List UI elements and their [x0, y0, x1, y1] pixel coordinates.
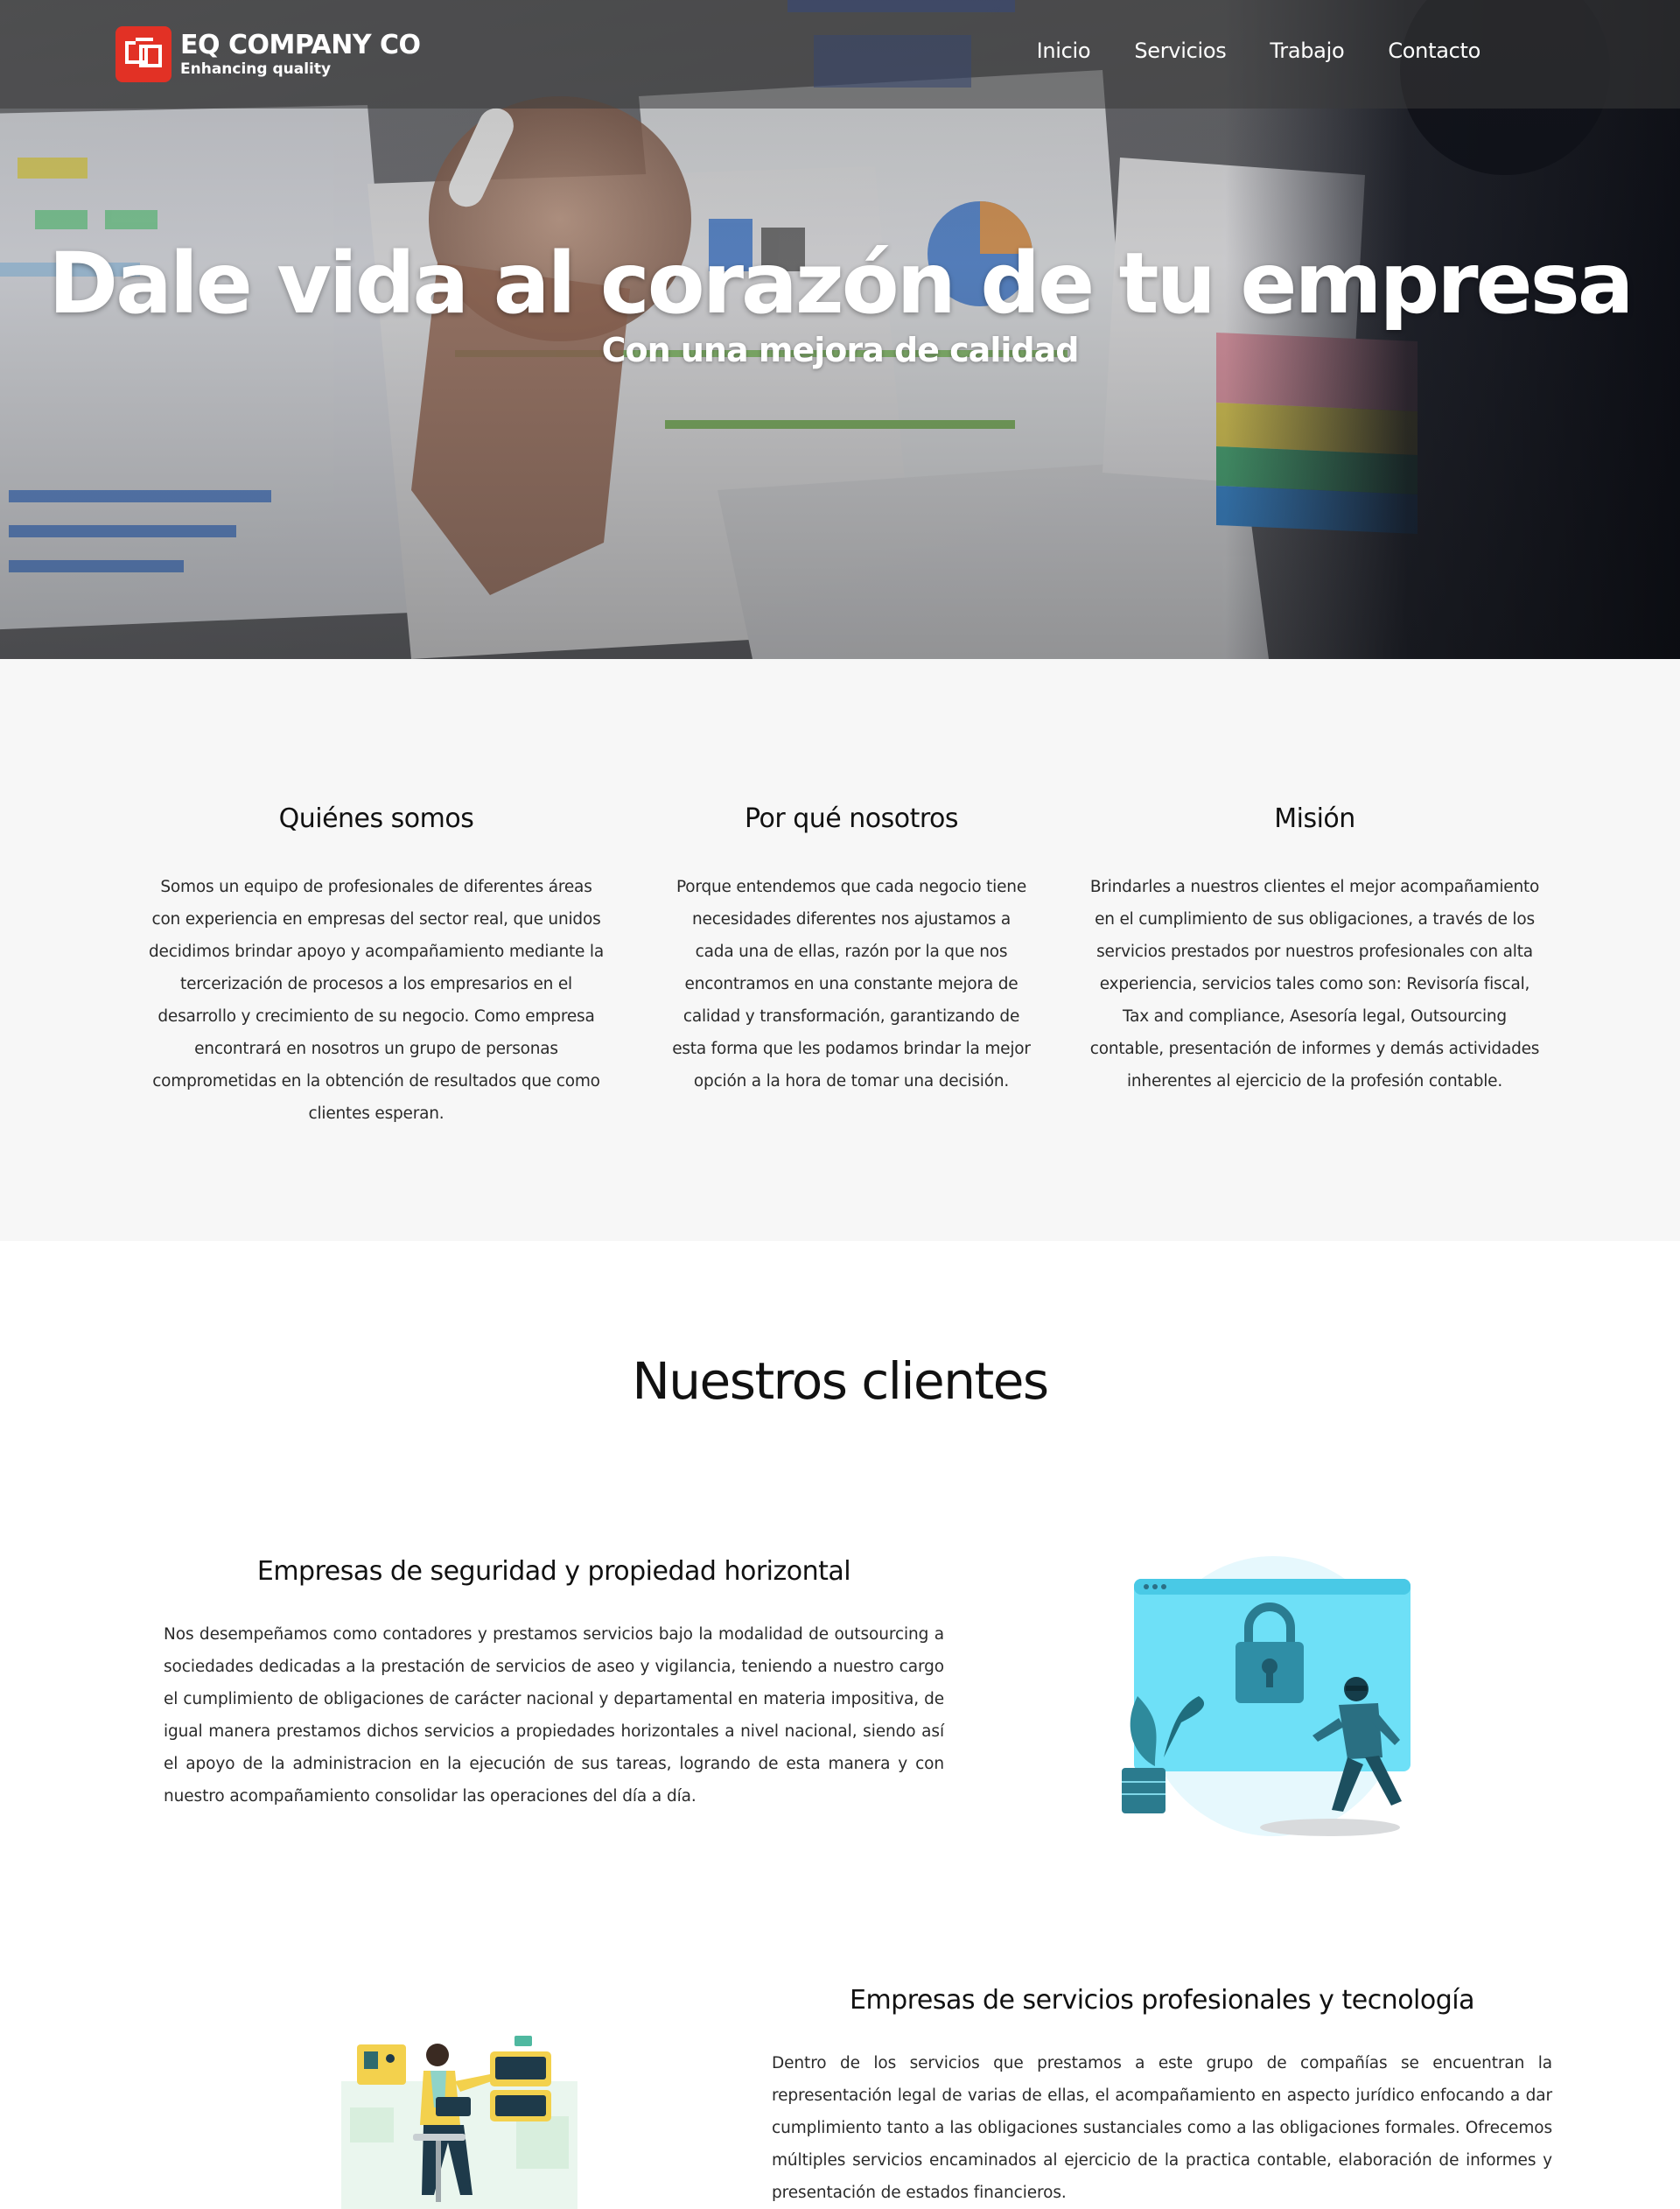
about-mission-text: Brindarles a nuestros clientes el mejor … — [1089, 878, 1540, 1090]
clients-title: Nuestros clientes — [632, 1351, 1049, 1411]
nav-servicios[interactable]: Servicios — [1134, 39, 1226, 63]
client-professional-title: Empresas de servicios profesionales y te… — [849, 1985, 1475, 2016]
hero-title: Dale vida al corazón de tu empresa — [48, 235, 1634, 333]
brand-tagline: Enhancing quality — [180, 60, 332, 78]
client-security-text: Nos desempeñamos como contadores y prest… — [164, 1625, 944, 1806]
about-who-we-are: Quiénes somos Somos un equipo de profesi… — [144, 803, 608, 1130]
about-who-we-are-title: Quiénes somos — [278, 803, 474, 834]
about-why-us: Por qué nosotros Porque entendemos que c… — [672, 803, 1031, 1097]
about-why-us-title: Por qué nosotros — [744, 803, 959, 834]
main-nav: Inicio Servicios Trabajo Contacto — [993, 39, 1481, 63]
client-professional: Empresas de servicios profesionales y te… — [772, 1985, 1552, 2209]
client-security: Empresas de seguridad y propiedad horizo… — [164, 1556, 944, 1813]
brand-logo[interactable]: EQ COMPANY CO Enhancing quality — [116, 26, 421, 82]
security-lock-illustration-icon — [1122, 1556, 1410, 1836]
about-mission-title: Misión — [1274, 803, 1355, 834]
nav-trabajo[interactable]: Trabajo — [1270, 39, 1344, 63]
top-navbar: EQ COMPANY CO Enhancing quality Inicio S… — [0, 0, 1680, 109]
hero-subtitle: Con una mejora de calidad — [601, 331, 1080, 369]
nav-inicio[interactable]: Inicio — [1037, 39, 1091, 63]
client-security-title: Empresas de seguridad y propiedad horizo… — [256, 1556, 851, 1587]
client-professional-text: Dentro de los servicios que prestamos a … — [772, 2054, 1552, 2202]
brand-name: EQ COMPANY CO — [180, 30, 421, 60]
professional-services-illustration-icon — [341, 2036, 578, 2209]
nav-contacto[interactable]: Contacto — [1388, 39, 1480, 63]
logo-mark-icon — [116, 26, 172, 82]
hero-section: EQ COMPANY CO Enhancing quality Inicio S… — [0, 0, 1680, 659]
about-mission: Misión Brindarles a nuestros clientes el… — [1089, 803, 1540, 1097]
about-who-we-are-text: Somos un equipo de profesionales de dife… — [149, 878, 604, 1123]
about-why-us-text: Porque entendemos que cada negocio tiene… — [672, 878, 1031, 1090]
